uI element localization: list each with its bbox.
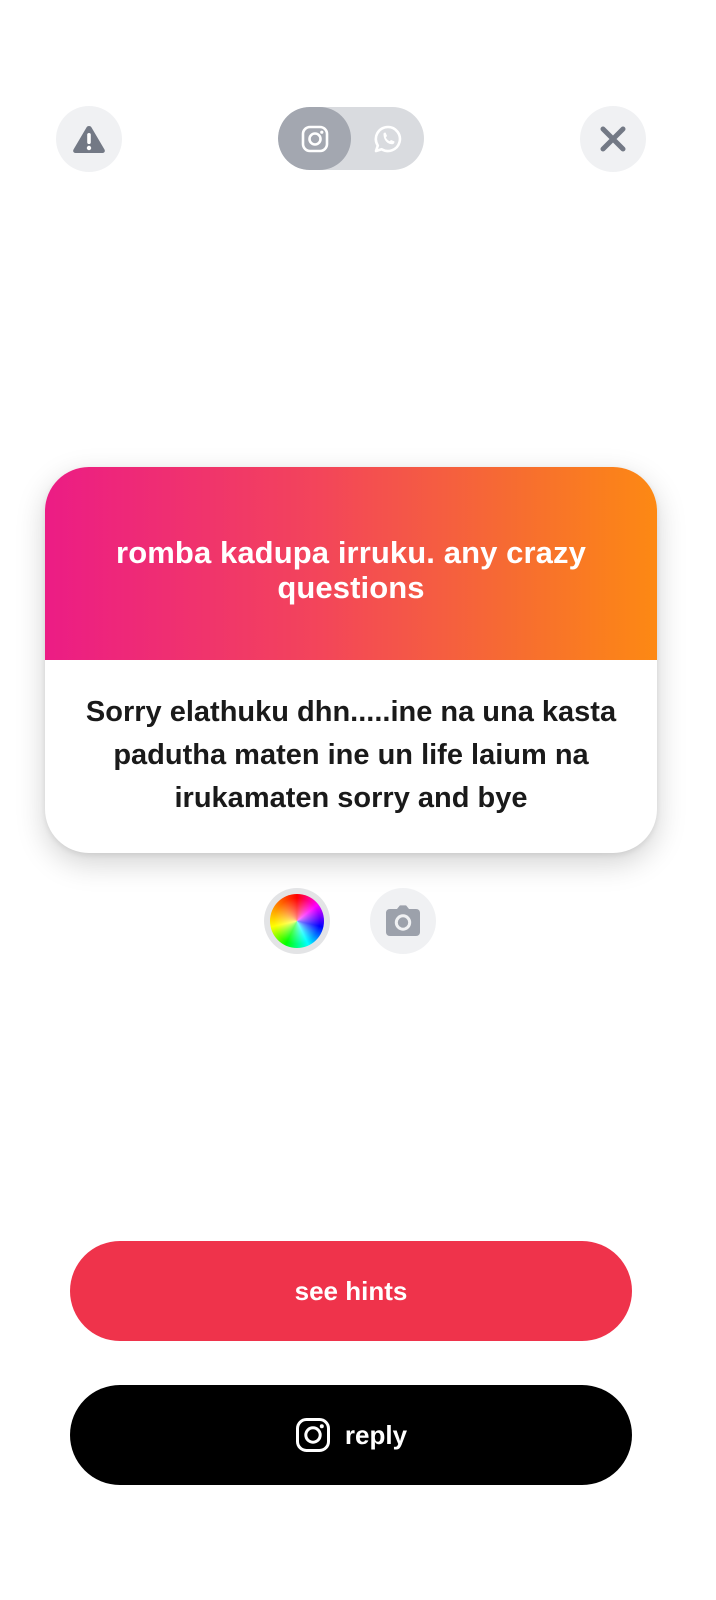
warning-triangle-icon xyxy=(73,126,105,153)
instagram-icon xyxy=(295,1418,330,1452)
answer-body: Sorry elathuku dhn.....ine na una kasta … xyxy=(45,660,657,853)
whatsapp-icon xyxy=(374,125,401,152)
see-hints-button[interactable]: see hints xyxy=(70,1241,632,1341)
toggle-instagram[interactable] xyxy=(278,107,351,170)
screen: romba kadupa irruku. any crazy questions… xyxy=(0,0,716,1600)
reply-label: reply xyxy=(344,1419,408,1450)
report-button[interactable] xyxy=(56,106,122,172)
color-picker-button[interactable] xyxy=(264,888,330,954)
toggle-whatsapp[interactable] xyxy=(351,107,424,170)
close-x-icon xyxy=(600,126,626,152)
close-button[interactable] xyxy=(580,106,646,172)
answer-text: Sorry elathuku dhn.....ine na una kasta … xyxy=(85,696,617,814)
question-header: romba kadupa irruku. any crazy questions xyxy=(45,467,657,660)
question-text: romba kadupa irruku. any crazy questions xyxy=(116,534,586,605)
platform-toggle[interactable] xyxy=(278,107,424,170)
color-wheel-icon xyxy=(270,894,324,948)
camera-button[interactable] xyxy=(370,888,436,954)
question-card: romba kadupa irruku. any crazy questions… xyxy=(45,467,657,853)
reply-button[interactable]: reply xyxy=(70,1385,632,1485)
see-hints-label: see hints xyxy=(294,1275,408,1306)
instagram-icon xyxy=(301,125,328,152)
camera-icon xyxy=(386,905,420,936)
